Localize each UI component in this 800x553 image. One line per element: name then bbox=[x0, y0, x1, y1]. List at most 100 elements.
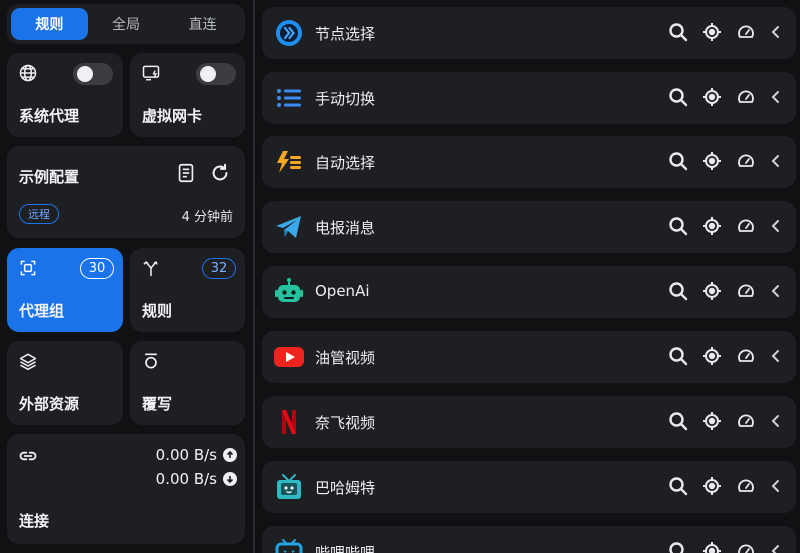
proxy-group-row[interactable]: 电报消息 bbox=[262, 201, 796, 253]
row-actions bbox=[654, 411, 782, 431]
proxy-groups-count: 30 bbox=[80, 258, 114, 279]
system-proxy-label: 系统代理 bbox=[19, 107, 80, 125]
profile-type-badge: 远程 bbox=[19, 204, 59, 224]
chevron-left-icon[interactable] bbox=[770, 216, 782, 236]
profile-actions bbox=[175, 162, 231, 184]
search-icon[interactable] bbox=[668, 346, 688, 366]
arrow-up-icon bbox=[223, 448, 237, 462]
row-actions bbox=[654, 87, 782, 107]
row-actions bbox=[654, 151, 782, 171]
arrow-down-icon bbox=[223, 472, 237, 486]
lightning-icon bbox=[274, 147, 304, 177]
search-icon[interactable] bbox=[668, 411, 688, 431]
speedometer-icon[interactable] bbox=[736, 541, 756, 553]
row-actions bbox=[654, 476, 782, 496]
search-icon[interactable] bbox=[668, 216, 688, 236]
resources-label: 外部资源 bbox=[19, 395, 80, 413]
search-icon[interactable] bbox=[668, 541, 688, 553]
locate-icon[interactable] bbox=[702, 151, 722, 171]
network-card-icon bbox=[141, 63, 161, 83]
proxy-group-row[interactable]: 手动切换 bbox=[262, 72, 796, 124]
youtube-icon bbox=[274, 342, 304, 372]
proxy-group-row[interactable]: 油管视频 bbox=[262, 331, 796, 383]
mode-tab-rule[interactable]: 规则 bbox=[11, 8, 88, 40]
proxy-group-row[interactable]: OpenAi bbox=[262, 266, 796, 318]
proxy-group-row[interactable]: 节点选择 bbox=[262, 7, 796, 59]
search-icon[interactable] bbox=[668, 281, 688, 301]
mode-tab-global[interactable]: 全局 bbox=[88, 8, 165, 40]
speedometer-icon[interactable] bbox=[736, 216, 756, 236]
proxy-group-name: OpenAi bbox=[315, 282, 370, 300]
speedometer-icon[interactable] bbox=[736, 476, 756, 496]
tun-mode-card[interactable]: 虚拟网卡 bbox=[130, 53, 245, 137]
proxy-group-name: 手动切换 bbox=[315, 90, 376, 108]
refresh-icon[interactable] bbox=[209, 162, 231, 184]
proxy-group-name: 奈飞视频 bbox=[315, 414, 376, 432]
chevron-left-icon[interactable] bbox=[770, 411, 782, 431]
locate-icon[interactable] bbox=[702, 281, 722, 301]
telegram-icon bbox=[274, 212, 304, 242]
sidebar: 规则 全局 直连 系统代理 虚拟网卡 示例配置 远程 4 分钟前 30 代理组 … bbox=[0, 0, 253, 553]
proxy-groups-label: 代理组 bbox=[19, 302, 65, 320]
layers-icon bbox=[18, 351, 38, 371]
override-label: 覆写 bbox=[142, 395, 173, 413]
chevron-left-icon[interactable] bbox=[770, 346, 782, 366]
profile-name: 示例配置 bbox=[19, 168, 80, 186]
proxy-group-row[interactable]: 自动选择 bbox=[262, 136, 796, 188]
chevron-left-icon[interactable] bbox=[770, 476, 782, 496]
proxy-group-row[interactable]: 奈飞视频 bbox=[262, 396, 796, 448]
proxy-group-list: 节点选择 手动切换 自动选择 电报消息 OpenAi 油管视频 奈飞视频 巴哈姆… bbox=[262, 0, 796, 553]
search-icon[interactable] bbox=[668, 476, 688, 496]
netflix-icon bbox=[274, 407, 304, 437]
connections-label: 连接 bbox=[19, 512, 50, 530]
node-select-icon bbox=[274, 18, 304, 48]
system-proxy-card[interactable]: 系统代理 bbox=[7, 53, 123, 137]
speedometer-icon[interactable] bbox=[736, 151, 756, 171]
mode-tab-direct[interactable]: 直连 bbox=[164, 8, 241, 40]
row-actions bbox=[654, 541, 782, 553]
locate-icon[interactable] bbox=[702, 476, 722, 496]
speedometer-icon[interactable] bbox=[736, 22, 756, 42]
chevron-left-icon[interactable] bbox=[770, 151, 782, 171]
locate-icon[interactable] bbox=[702, 87, 722, 107]
locate-icon[interactable] bbox=[702, 346, 722, 366]
document-icon[interactable] bbox=[175, 162, 197, 184]
proxy-group-name: 油管视频 bbox=[315, 349, 376, 367]
search-icon[interactable] bbox=[668, 151, 688, 171]
proxy-group-name: 自动选择 bbox=[315, 154, 376, 172]
profile-card[interactable]: 示例配置 远程 4 分钟前 bbox=[7, 146, 245, 238]
chevron-left-icon[interactable] bbox=[770, 541, 782, 553]
chevron-left-icon[interactable] bbox=[770, 87, 782, 107]
proxy-group-row[interactable]: 哔哩哔哩 bbox=[262, 526, 796, 553]
row-actions bbox=[654, 281, 782, 301]
resources-card[interactable]: 外部资源 bbox=[7, 341, 123, 425]
search-icon[interactable] bbox=[668, 22, 688, 42]
speedometer-icon[interactable] bbox=[736, 346, 756, 366]
locate-icon[interactable] bbox=[702, 411, 722, 431]
row-actions bbox=[654, 216, 782, 236]
tun-mode-label: 虚拟网卡 bbox=[142, 107, 203, 125]
chevron-left-icon[interactable] bbox=[770, 22, 782, 42]
connections-card[interactable]: 0.00 B/s 0.00 B/s 连接 bbox=[7, 434, 245, 544]
bilibili-icon bbox=[274, 537, 304, 553]
speedometer-icon[interactable] bbox=[736, 87, 756, 107]
speedometer-icon[interactable] bbox=[736, 281, 756, 301]
tun-mode-toggle[interactable] bbox=[196, 63, 236, 85]
proxy-groups-card[interactable]: 30 代理组 bbox=[7, 248, 123, 332]
bahamut-icon bbox=[274, 472, 304, 502]
speedometer-icon[interactable] bbox=[736, 411, 756, 431]
system-proxy-toggle[interactable] bbox=[73, 63, 113, 85]
override-card[interactable]: 覆写 bbox=[130, 341, 245, 425]
mode-switch: 规则 全局 直连 bbox=[7, 4, 245, 44]
proxy-group-row[interactable]: 巴哈姆特 bbox=[262, 461, 796, 513]
locate-icon[interactable] bbox=[702, 541, 722, 553]
row-actions bbox=[654, 22, 782, 42]
locate-icon[interactable] bbox=[702, 216, 722, 236]
rules-label: 规则 bbox=[142, 302, 173, 320]
download-speed: 0.00 B/s bbox=[155, 470, 217, 488]
search-icon[interactable] bbox=[668, 87, 688, 107]
chevron-left-icon[interactable] bbox=[770, 281, 782, 301]
proxy-group-name: 哔哩哔哩 bbox=[315, 544, 376, 553]
rules-card[interactable]: 32 规则 bbox=[130, 248, 245, 332]
locate-icon[interactable] bbox=[702, 22, 722, 42]
